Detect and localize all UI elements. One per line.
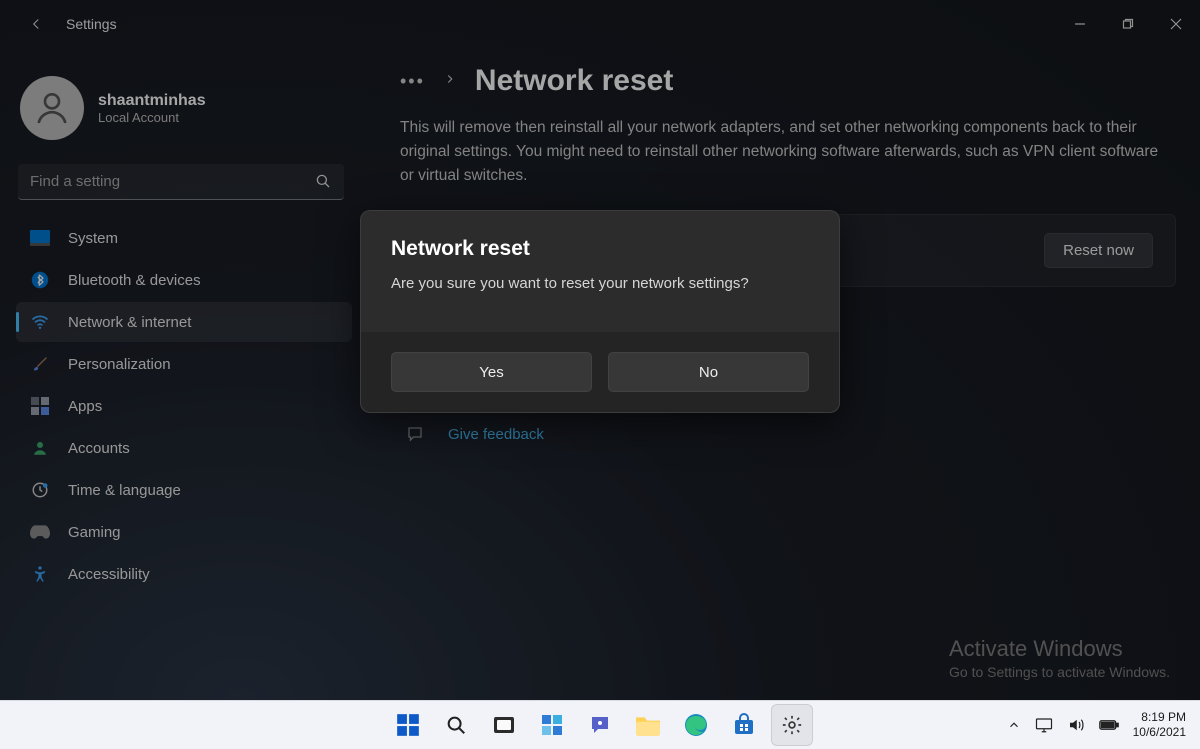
tray-volume-icon[interactable] [1067, 716, 1085, 734]
tray-overflow-button[interactable] [1007, 718, 1021, 732]
taskbar-explorer-button[interactable] [627, 704, 669, 746]
taskbar-widgets-button[interactable] [531, 704, 573, 746]
no-button[interactable]: No [608, 352, 809, 392]
settings-window: Settings shaantminhas Local Account [0, 0, 1200, 700]
search-icon [445, 714, 467, 736]
battery-icon [1099, 718, 1119, 732]
taskbar-start-button[interactable] [387, 704, 429, 746]
yes-button[interactable]: Yes [391, 352, 592, 392]
taskbar-search-button[interactable] [435, 704, 477, 746]
volume-icon [1067, 716, 1085, 734]
confirm-dialog: Network reset Are you sure you want to r… [360, 210, 840, 413]
modal-text: Are you sure you want to reset your netw… [391, 275, 809, 292]
taskbar-taskview-button[interactable] [483, 704, 525, 746]
taskbar: 8:19 PM 10/6/2021 [0, 700, 1200, 749]
taskbar-settings-button[interactable] [771, 704, 813, 746]
taskbar-edge-button[interactable] [675, 704, 717, 746]
modal-title: Network reset [391, 237, 809, 261]
folder-icon [635, 713, 661, 737]
edge-icon [684, 713, 708, 737]
taskbar-store-button[interactable] [723, 704, 765, 746]
tray-clock[interactable]: 8:19 PM 10/6/2021 [1133, 710, 1186, 740]
taskview-icon [492, 713, 516, 737]
tray-date: 10/6/2021 [1133, 725, 1186, 740]
taskbar-tray: 8:19 PM 10/6/2021 [1007, 710, 1200, 740]
taskbar-center [387, 701, 813, 749]
tray-network-icon[interactable] [1035, 717, 1053, 733]
tray-time: 8:19 PM [1133, 710, 1186, 725]
gear-icon [781, 714, 803, 736]
monitor-icon [1035, 717, 1053, 733]
store-icon [732, 713, 756, 737]
taskbar-chat-button[interactable] [579, 704, 621, 746]
modal-overlay: Network reset Are you sure you want to r… [0, 0, 1200, 700]
chevron-up-icon [1007, 718, 1021, 732]
tray-battery-icon[interactable] [1099, 718, 1119, 732]
windows-icon [395, 712, 421, 738]
chat-icon [588, 713, 612, 737]
widgets-icon [540, 713, 564, 737]
